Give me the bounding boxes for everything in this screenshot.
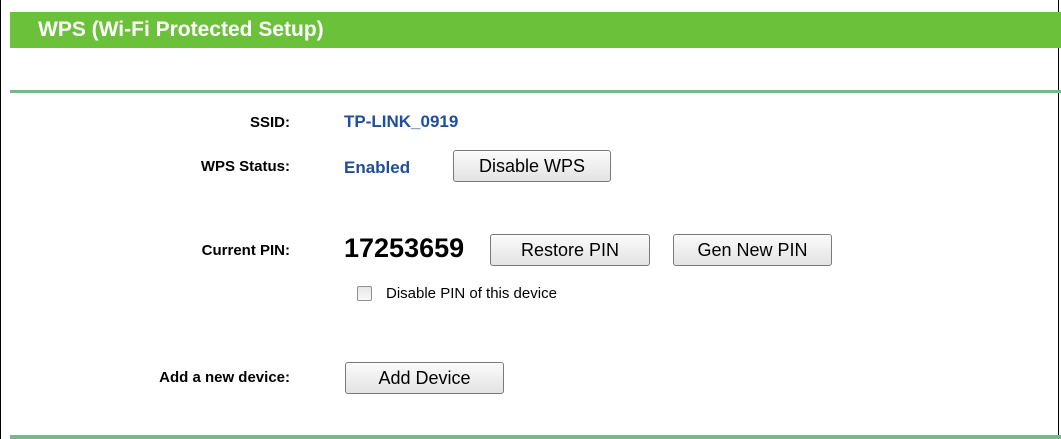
current-pin-label: Current PIN: bbox=[201, 242, 290, 259]
current-pin-value: 17253659 bbox=[344, 233, 465, 263]
wps-status-value: Enabled bbox=[344, 158, 411, 177]
restore-pin-button[interactable]: Restore PIN bbox=[490, 234, 650, 266]
add-device-button[interactable]: Add Device bbox=[345, 362, 504, 394]
ssid-label: SSID: bbox=[249, 114, 290, 131]
gen-new-pin-button[interactable]: Gen New PIN bbox=[673, 234, 832, 266]
page-title: WPS (Wi-Fi Protected Setup) bbox=[10, 12, 1061, 48]
add-device-label: Add a new device: bbox=[159, 369, 290, 386]
wps-status-label: WPS Status: bbox=[200, 158, 290, 175]
disable-pin-label: Disable PIN of this device bbox=[386, 285, 557, 302]
ssid-value: TP-LINK_0919 bbox=[344, 112, 459, 131]
disable-wps-button[interactable]: Disable WPS bbox=[453, 150, 611, 182]
divider-top bbox=[10, 90, 1061, 93]
divider-bottom bbox=[10, 435, 1061, 439]
disable-pin-checkbox[interactable] bbox=[357, 286, 372, 301]
